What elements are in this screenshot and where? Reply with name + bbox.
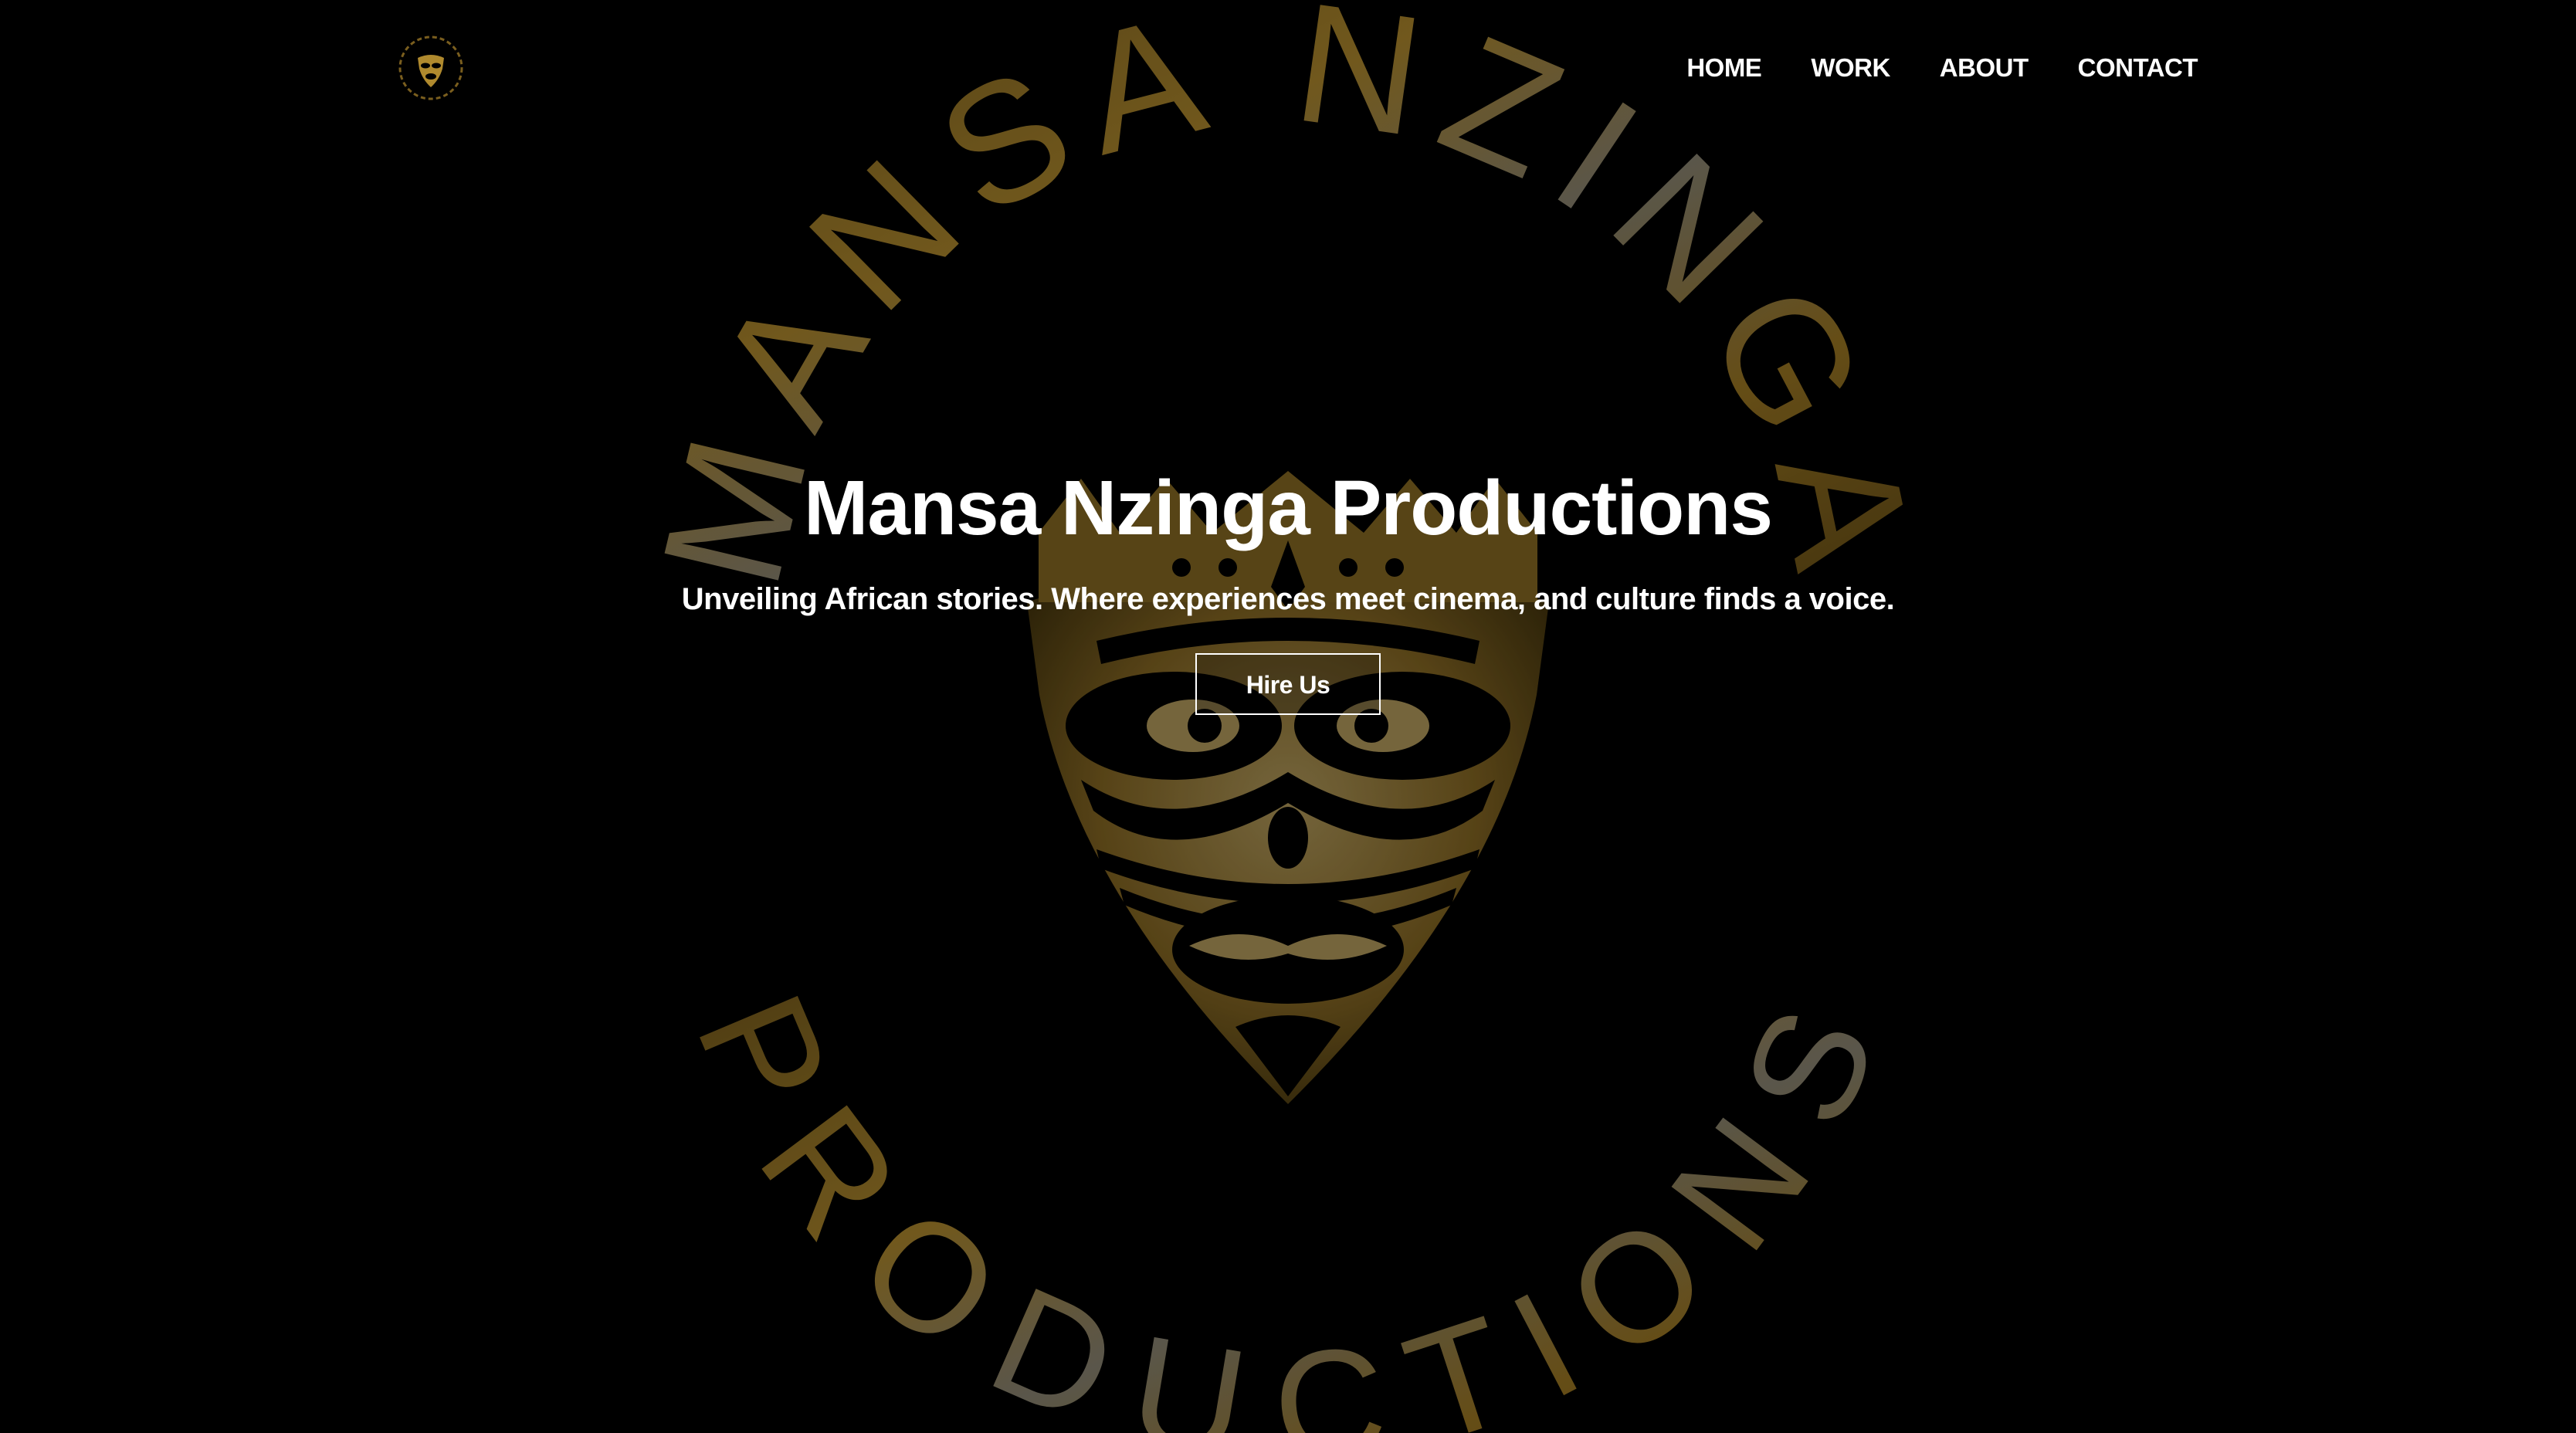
mask-emblem-icon — [398, 36, 463, 100]
hero-section: Mansa Nzinga Productions Unveiling Afric… — [0, 460, 2576, 715]
mask-emblem-background: MANSA NZINGA PRODUCTIONS — [0, 0, 2576, 1433]
nav-home[interactable]: HOME — [1686, 51, 1762, 85]
hero-title: Mansa Nzinga Productions — [804, 465, 1773, 551]
nav-contact[interactable]: CONTACT — [2078, 51, 2198, 85]
main-nav: HOME WORK ABOUT CONTACT — [1686, 51, 2198, 85]
nav-work[interactable]: WORK — [1811, 51, 1890, 85]
hire-us-button[interactable]: Hire Us — [1195, 653, 1381, 715]
logo[interactable] — [396, 33, 466, 103]
nav-about[interactable]: ABOUT — [1940, 51, 2029, 85]
landing-page: MANSA NZINGA PRODUCTIONS — [0, 0, 2576, 1433]
hero-subtitle: Unveiling African stories. Where experie… — [681, 582, 1895, 616]
